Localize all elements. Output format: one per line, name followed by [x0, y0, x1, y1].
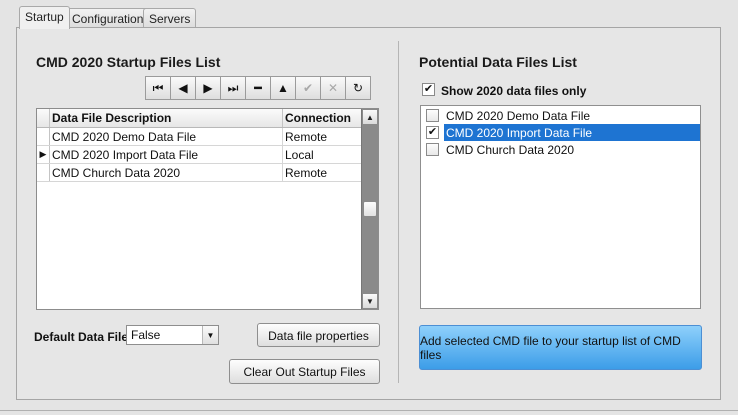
startup-files-title: CMD 2020 Startup Files List: [36, 54, 221, 70]
next-icon: ▶: [203, 81, 213, 95]
cell-connection[interactable]: Local: [283, 146, 361, 163]
list-item-label[interactable]: CMD 2020 Import Data File: [444, 124, 700, 141]
potential-files-title: Potential Data Files List: [419, 54, 577, 70]
first-icon: ⏮: [152, 80, 164, 95]
item-checkbox[interactable]: [426, 143, 439, 156]
add-to-startup-list-button[interactable]: Add selected CMD file to your startup li…: [419, 325, 702, 370]
column-header-connection[interactable]: Connection: [283, 109, 361, 127]
list-item[interactable]: CMD Church Data 2020: [421, 141, 700, 159]
row-indicator: ▶: [37, 146, 50, 163]
tab-startup-label: Startup: [25, 10, 64, 24]
delete-icon: ━: [254, 81, 262, 95]
cell-description[interactable]: CMD Church Data 2020: [50, 164, 283, 181]
row-indicator: [37, 164, 50, 181]
dropdown-button[interactable]: ▼: [202, 326, 218, 344]
cell-connection[interactable]: Remote: [283, 128, 361, 145]
list-item[interactable]: ✔ CMD 2020 Import Data File: [421, 124, 700, 142]
list-item-label[interactable]: CMD Church Data 2020: [444, 141, 574, 158]
list-item[interactable]: CMD 2020 Demo Data File: [421, 107, 700, 125]
last-icon: ⏭: [227, 80, 239, 95]
startup-files-grid[interactable]: Data File Description Connection CMD 202…: [36, 108, 379, 310]
refresh-icon: ↻: [352, 81, 364, 95]
list-item-label[interactable]: CMD 2020 Demo Data File: [444, 107, 590, 124]
column-header-description[interactable]: Data File Description: [50, 109, 283, 127]
post-record-button[interactable]: ✔: [295, 76, 321, 100]
current-row-arrow-icon: ▶: [39, 149, 47, 159]
cell-connection[interactable]: Remote: [283, 164, 361, 181]
item-checkbox[interactable]: [426, 109, 439, 122]
default-data-file-label: Default Data File: [34, 330, 129, 344]
check-icon: ✔: [423, 83, 434, 95]
cell-description[interactable]: CMD 2020 Demo Data File: [50, 128, 283, 145]
item-checkbox[interactable]: ✔: [426, 126, 439, 139]
clear-startup-files-button[interactable]: Clear Out Startup Files: [229, 359, 380, 384]
grid-vertical-scrollbar[interactable]: ▲ ▼: [361, 109, 378, 309]
scroll-down-button[interactable]: ▼: [362, 293, 378, 309]
prior-record-button[interactable]: ◀: [170, 76, 196, 100]
cell-description[interactable]: CMD 2020 Import Data File: [50, 146, 283, 163]
show-2020-only-label[interactable]: Show 2020 data files only: [441, 84, 586, 98]
check-icon: ✔: [427, 126, 438, 138]
data-navigator: ⏮ ◀ ▶ ⏭ ━ ▲ ✔ ✕ ↻: [145, 76, 371, 100]
default-data-file-select[interactable]: False ▼: [126, 325, 219, 345]
first-record-button[interactable]: ⏮: [145, 76, 171, 100]
tab-servers-label: Servers: [149, 12, 191, 26]
potential-files-list[interactable]: CMD 2020 Demo Data File ✔ CMD 2020 Impor…: [420, 105, 701, 309]
data-file-properties-button[interactable]: Data file properties: [257, 323, 380, 347]
row-indicator: [37, 128, 50, 145]
table-row[interactable]: CMD 2020 Demo Data File Remote: [37, 128, 361, 146]
scroll-down-arrow-icon: ▼: [366, 296, 374, 306]
add-to-startup-list-label: Add selected CMD file to your startup li…: [420, 333, 681, 362]
grid-indicator-header: [37, 109, 50, 127]
tab-configuration[interactable]: Configuration: [66, 8, 150, 28]
scroll-up-arrow-icon: ▲: [366, 112, 374, 122]
chevron-down-icon: ▼: [206, 330, 215, 340]
refresh-button[interactable]: ↻: [345, 76, 371, 100]
grid-header: Data File Description Connection: [37, 109, 361, 128]
last-record-button[interactable]: ⏭: [220, 76, 246, 100]
scroll-thumb[interactable]: [363, 201, 377, 217]
delete-record-button[interactable]: ━: [245, 76, 271, 100]
tab-configuration-label: Configuration: [72, 12, 144, 26]
post-icon: ✔: [302, 81, 314, 95]
table-row[interactable]: CMD Church Data 2020 Remote: [37, 164, 361, 182]
prior-icon: ◀: [178, 81, 188, 95]
show-2020-only-checkbox[interactable]: ✔: [422, 83, 435, 96]
scroll-up-button[interactable]: ▲: [362, 109, 378, 125]
cancel-record-button[interactable]: ✕: [320, 76, 346, 100]
bottom-rule: [0, 410, 738, 411]
tab-servers[interactable]: Servers: [143, 8, 197, 28]
edit-record-button[interactable]: ▲: [270, 76, 296, 100]
cancel-icon: ✕: [327, 81, 339, 95]
edit-icon: ▲: [277, 81, 289, 95]
default-data-file-value: False: [131, 328, 161, 342]
table-row[interactable]: ▶ CMD 2020 Import Data File Local: [37, 146, 361, 164]
panel-divider: [398, 41, 399, 383]
tab-startup[interactable]: Startup: [19, 6, 70, 29]
next-record-button[interactable]: ▶: [195, 76, 221, 100]
